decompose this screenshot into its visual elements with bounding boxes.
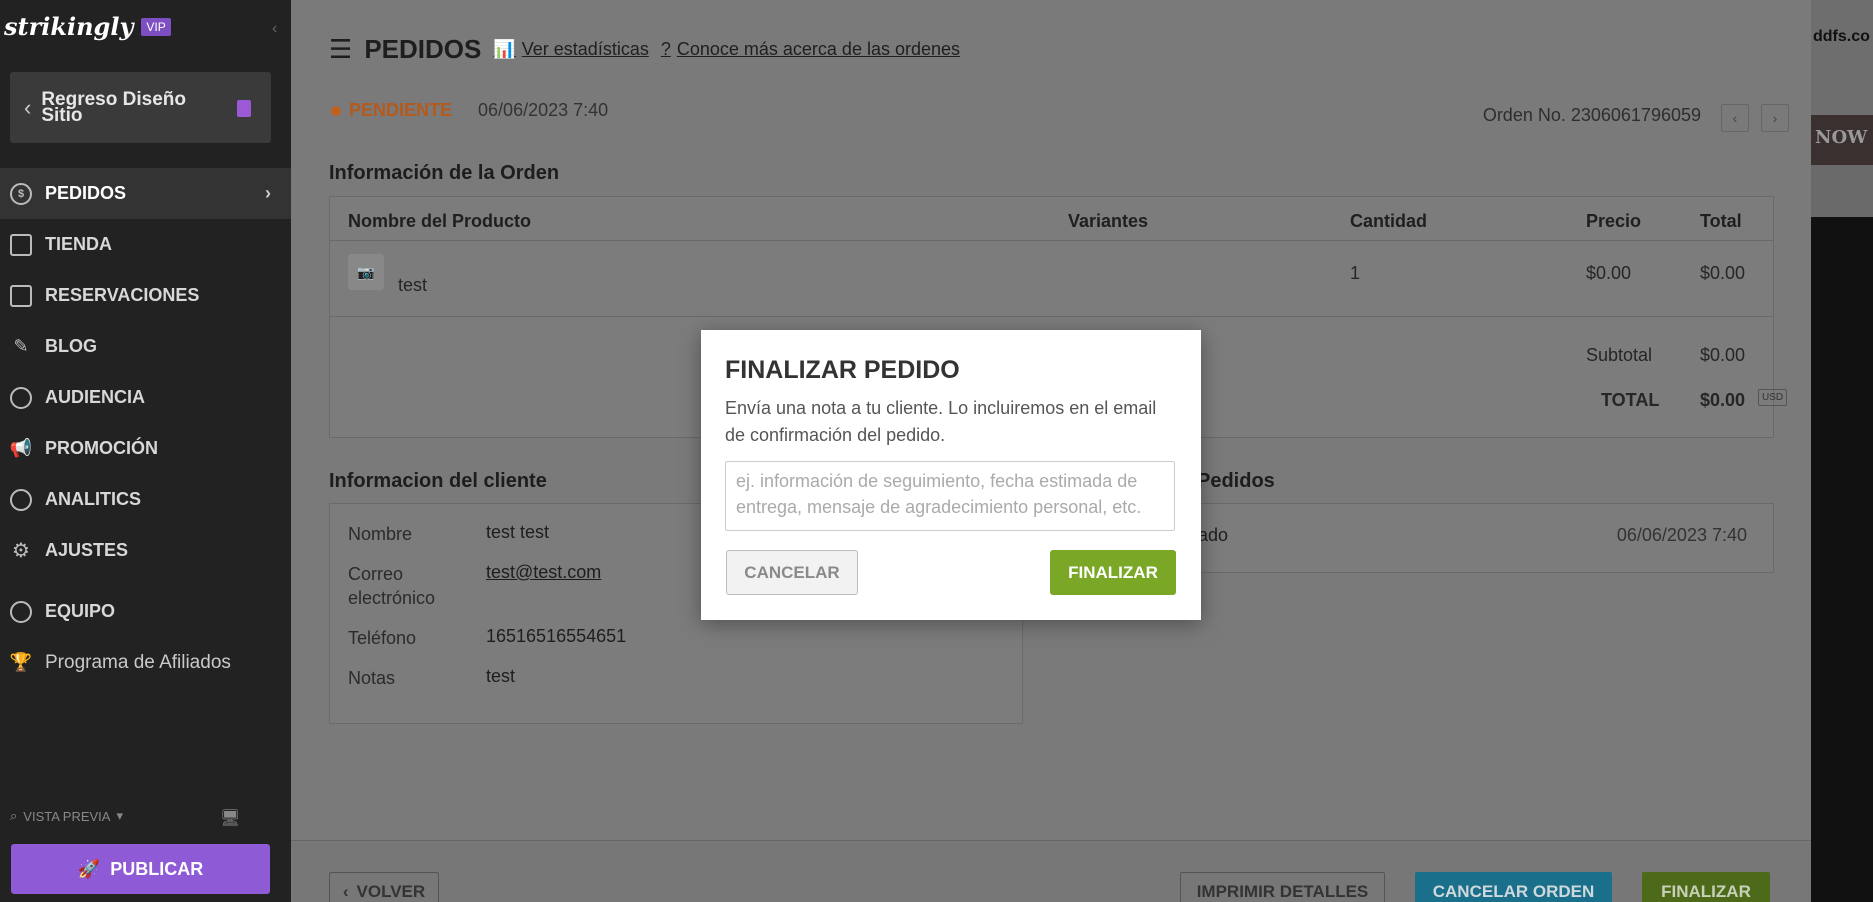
customer-note-input[interactable] (725, 461, 1175, 531)
finalize-order-dialog: FINALIZAR PEDIDO Envía una nota a tu cli… (701, 330, 1201, 620)
modal-overlay: FINALIZAR PEDIDO Envía una nota a tu cli… (0, 0, 1873, 902)
dialog-description: Envía una nota a tu cliente. Lo incluire… (725, 398, 1157, 445)
cancel-button[interactable]: CANCELAR (726, 550, 858, 595)
finalize-button[interactable]: FINALIZAR (1050, 550, 1176, 595)
dialog-title: FINALIZAR PEDIDO (725, 356, 960, 384)
